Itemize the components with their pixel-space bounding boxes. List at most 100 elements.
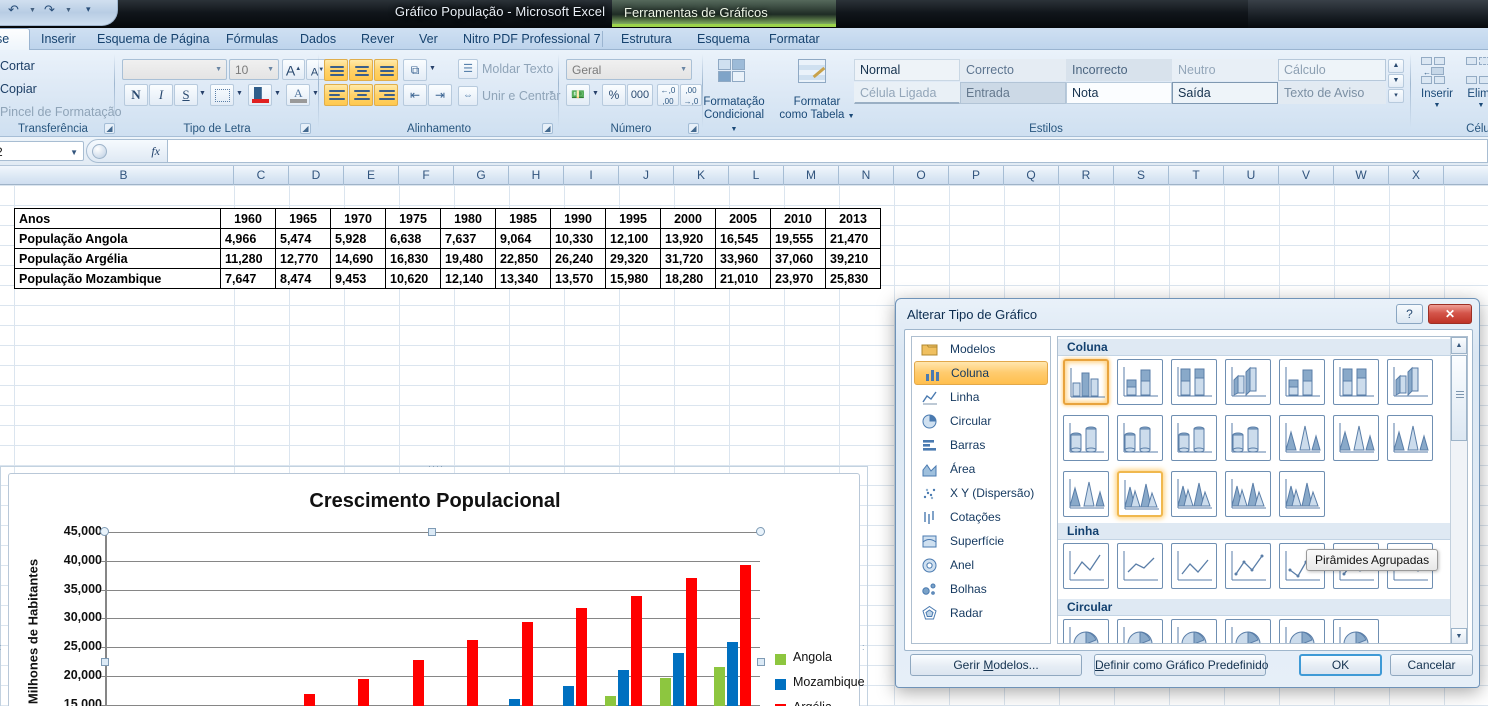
style-cell-texto-de-aviso[interactable]: Texto de Aviso [1278,82,1386,104]
style-cell-calculo[interactable]: Cálculo [1278,59,1386,81]
font-name-caret-icon[interactable]: ▼ [215,66,222,73]
copy-command[interactable]: Copiar [0,82,37,96]
column-header-K[interactable]: K [674,166,729,185]
chart-category-circular[interactable]: Circular [912,409,1050,433]
chart-type-tile-coluna-16[interactable] [1117,471,1163,517]
column-header-C[interactable]: C [234,166,289,185]
cell[interactable]: 23,970 [770,268,826,289]
chart-type-tile-circular-6[interactable] [1333,619,1379,643]
cell[interactable]: 14,690 [330,248,386,269]
chart-bar-argélia-1980[interactable] [358,678,370,706]
column-header-J[interactable]: J [619,166,674,185]
cell[interactable]: 19,555 [770,228,826,249]
style-cell-celula-ligada[interactable]: Célula Ligada [854,82,960,104]
chart-category-rea[interactable]: Área [912,457,1050,481]
chart-bar-angola-2013[interactable] [714,667,726,706]
change-chart-type-dialog[interactable]: Alterar Tipo de Gráfico ? ✕ Modelos Colun… [895,298,1480,688]
fx-icon[interactable]: fx [151,144,160,159]
gallery-scrollbar[interactable]: ▲ ▼ [1450,337,1467,643]
cell[interactable]: 1985 [495,208,551,229]
redo-caret-icon[interactable]: ▼ [65,7,72,14]
decrease-decimal-button[interactable]: ,00 →,0 [680,84,702,106]
increase-indent-button[interactable]: ⇥ [428,84,452,106]
format-as-table-label[interactable]: Formatar como Tabela ▼ [778,96,856,123]
tab-nitro-pdf[interactable]: Nitro PDF Professional 7 [454,31,610,50]
chart-type-tile-linha-4[interactable] [1225,543,1271,589]
number-dialog-launcher[interactable]: ◢ [688,123,699,134]
chart-bar-mozambique-2013[interactable] [727,642,739,706]
chart-type-tile-circular-4[interactable] [1225,619,1271,643]
dialog-help-button[interactable]: ? [1396,304,1423,324]
merge-center-icon[interactable]: ⇔ [458,86,478,106]
redo-icon[interactable]: ↷ [44,3,55,18]
number-format-combo[interactable]: Geral ▼ [566,59,692,80]
chart-category-radar[interactable]: Radar [912,601,1050,625]
cell[interactable]: 13,920 [660,228,716,249]
chart-type-tile-coluna-10[interactable] [1171,415,1217,461]
cell[interactable]: 21,010 [715,268,771,289]
cancel-button[interactable]: Cancelar [1390,654,1473,676]
chart-type-tile-coluna-2[interactable] [1117,359,1163,405]
cut-command[interactable]: Cortar [0,59,35,73]
cell[interactable]: 18,280 [660,268,716,289]
column-header-G[interactable]: G [454,166,509,185]
chart-category-anel[interactable]: Anel [912,553,1050,577]
column-header-Q[interactable]: Q [1004,166,1059,185]
cell[interactable]: 4,966 [220,228,276,249]
chart-bar-argélia-2010[interactable] [685,577,697,706]
style-cell-normal[interactable]: Normal [854,59,960,81]
chart-type-tile-coluna-1[interactable] [1063,359,1109,405]
format-painter-command[interactable]: Pincel de Formatação [0,105,122,119]
styles-gallery-scroll[interactable]: ▲ ▼ ▾ [1388,59,1404,104]
chart-type-tile-coluna-12[interactable] [1279,415,1325,461]
font-name-combo[interactable]: ▼ [122,59,227,80]
gallery-scroll-down-icon[interactable]: ▼ [1451,628,1467,643]
tab-dados[interactable]: Dados [291,31,345,50]
chart-bar-mozambique-1995[interactable] [508,699,520,706]
font-size-caret-icon[interactable]: ▼ [267,66,274,73]
delete-cells-caret-icon[interactable]: ▼ [1460,102,1488,109]
cell[interactable]: 26,240 [550,248,606,269]
cell[interactable]: 1970 [330,208,386,229]
percent-format-button[interactable]: % [602,84,626,106]
cell[interactable]: 1960 [220,208,276,229]
resize-dots-top[interactable]: ···· [428,464,454,470]
chart-category-bolhas[interactable]: Bolhas [912,577,1050,601]
chart-bar-argélia-1990[interactable] [467,639,479,706]
chart-type-tile-linha-1[interactable] [1063,543,1109,589]
column-header-X[interactable]: X [1389,166,1444,185]
undo-caret-icon[interactable]: ▼ [29,7,36,14]
cell[interactable]: 1980 [440,208,496,229]
column-header-D[interactable]: D [289,166,344,185]
tab-rever[interactable]: Rever [352,31,403,50]
chart-bar-mozambique-2005[interactable] [618,670,630,706]
column-header-B[interactable]: B [14,166,234,185]
chart-category-superf-cie[interactable]: Superfície [912,529,1050,553]
chart-object[interactable]: Crescimento Populacional Milhones de Hab… [8,473,865,706]
chart-category-cota-es[interactable]: Cotações [912,505,1050,529]
wrap-text-label[interactable]: Moldar Texto [482,62,553,76]
increase-decimal-button[interactable]: ←,0,00 [657,84,679,106]
chart-type-tile-coluna-17[interactable] [1171,471,1217,517]
chart-type-tile-coluna-18[interactable] [1225,471,1271,517]
cell[interactable]: 25,830 [825,268,881,289]
cell[interactable]: 1990 [550,208,606,229]
column-header-H[interactable]: H [509,166,564,185]
column-header-N[interactable]: N [839,166,894,185]
cell[interactable]: 13,340 [495,268,551,289]
merge-center-caret-icon[interactable]: ▼ [548,90,555,97]
cell[interactable]: 2013 [825,208,881,229]
increase-font-size-button[interactable]: A▲ [282,59,305,80]
cell[interactable]: 9,453 [330,268,386,289]
quick-access-toolbar[interactable]: ↶ ▼ ↷ ▼ ▾ [0,0,118,26]
customize-qat-icon[interactable]: ▾ [86,5,91,15]
tab-inserir[interactable]: Inserir [32,31,85,50]
cell[interactable]: 21,470 [825,228,881,249]
align-center-button[interactable] [349,84,373,106]
currency-format-button[interactable]: 💵 [566,84,590,106]
chart-type-tile-coluna-19[interactable] [1279,471,1325,517]
chart-type-tile-linha-2[interactable] [1117,543,1163,589]
cell[interactable]: 39,210 [825,248,881,269]
cell[interactable]: 6,638 [385,228,441,249]
plot-handle-top-center[interactable] [428,528,436,536]
